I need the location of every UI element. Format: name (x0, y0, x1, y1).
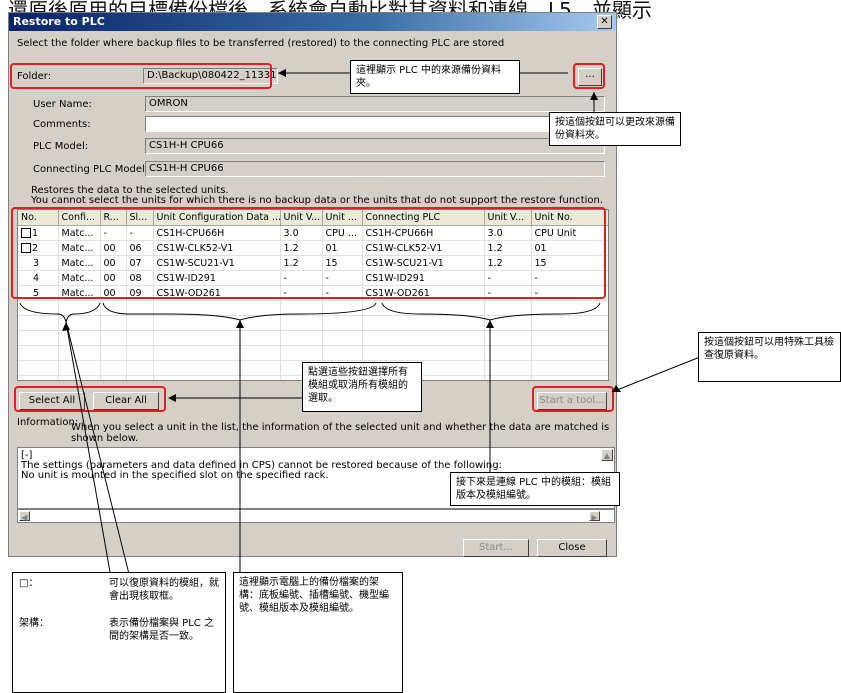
bracket-config (19, 302, 101, 323)
callout-connecting: 接下來是連線 PLC 中的模組：模組版本及模組編號。 (450, 472, 620, 506)
callout-browse: 按這個按鈕可以更改來源備份資料夾。 (549, 112, 681, 146)
bracket-backup (102, 302, 377, 321)
bracket-connecting (381, 302, 601, 321)
callout-select: 點選這些按鈕選擇所有模組或取消所有模組的選取。 (302, 362, 422, 412)
arrow-head-select (168, 394, 176, 402)
legend-connector-a (65, 321, 111, 573)
callout-tool: 按這個按鈕可以用特殊工具檢查復原資料。 (698, 332, 841, 382)
legend-value-2: 表示備份檔案與 PLC 之間的架構是否一致。 (109, 618, 214, 642)
arrow-head-connecting (486, 320, 494, 328)
legend-key-1: □： (19, 578, 39, 589)
arrow-head-backup (236, 320, 244, 328)
tool-connector (611, 356, 701, 393)
callout-folder: 這裡顯示 PLC 中的來源備份資料夾。 (350, 60, 520, 94)
arrow-head-legend (62, 322, 70, 331)
callout-legend: □： 可以復原資料的模組，就會出現核取框。 架構： 表示備份檔案與 PLC 之間… (12, 572, 226, 693)
arrow-head-browse (590, 92, 598, 100)
legend-key-2: 架構： (19, 618, 49, 629)
arrow-head-folder (278, 69, 286, 77)
callout-backup: 這裡顯示電腦上的備份檔案的架構：底板編號、插槽編號、機型編號、模組版本及模組編號… (233, 572, 403, 693)
legend-value-1: 可以復原資料的模組，就會出現核取框。 (109, 578, 219, 602)
